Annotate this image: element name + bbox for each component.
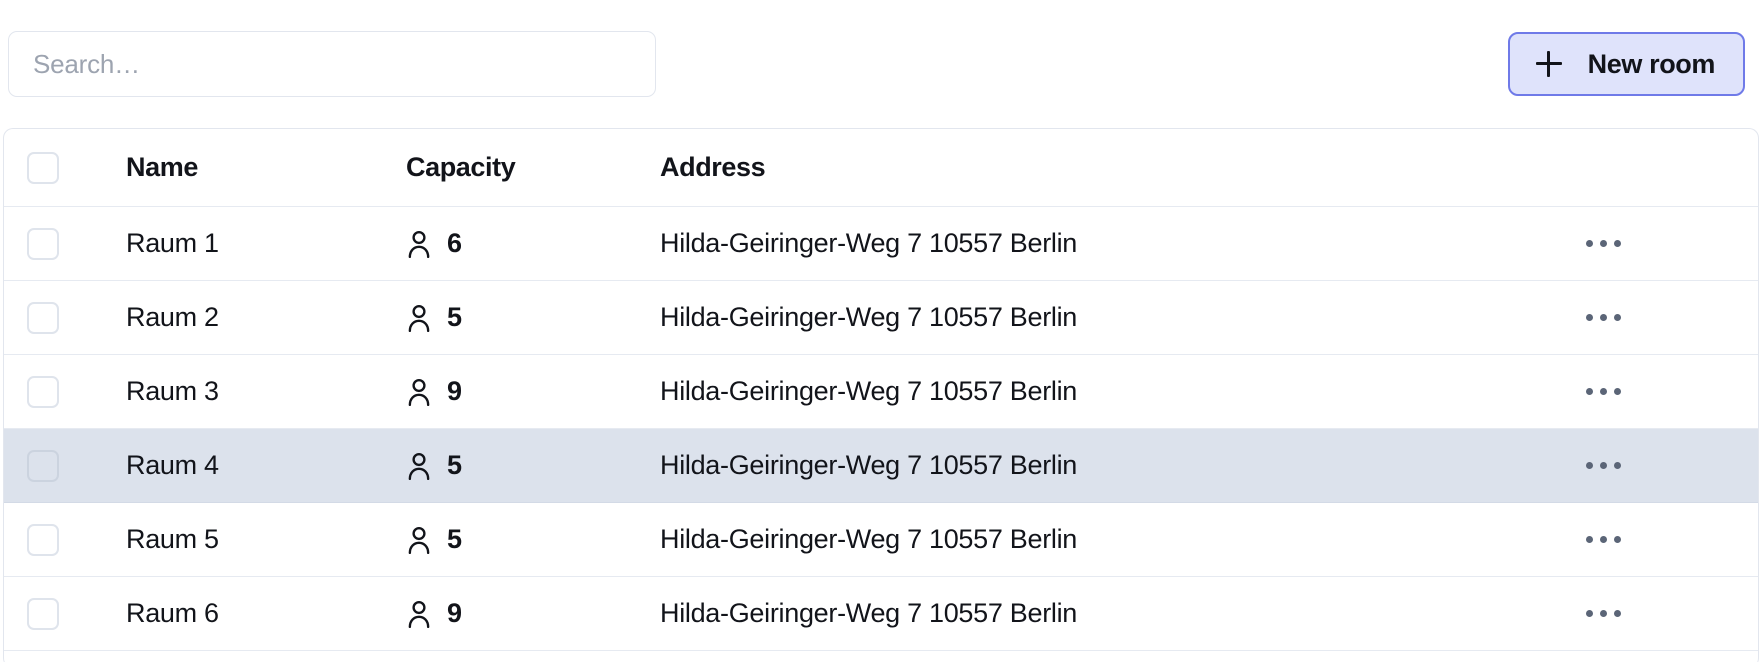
person-icon [406, 304, 432, 332]
table-header-row: Name Capacity Address [4, 129, 1758, 207]
person-icon [406, 378, 432, 406]
room-capacity-cell: 5 [406, 524, 660, 555]
table-row[interactable]: Raum 3 9 Hilda-Geiringer-Weg 7 10557 Berli… [4, 355, 1758, 429]
table-body: Raum 1 6 Hilda-Geiringer-Weg 7 10557 Berli… [4, 207, 1758, 651]
room-name: Raum 5 [126, 524, 219, 554]
room-address: Hilda-Geiringer-Weg 7 10557 Berlin [660, 598, 1078, 628]
row-actions-cell [1568, 306, 1758, 329]
new-room-button-label: New room [1587, 48, 1716, 79]
row-select-cell [4, 227, 126, 260]
room-name: Raum 1 [126, 228, 219, 258]
more-horizontal-icon[interactable] [1582, 306, 1625, 329]
more-horizontal-icon[interactable] [1582, 528, 1625, 551]
rooms-table: Name Capacity Address Raum 1 6 Hilda-Geiri… [3, 128, 1759, 662]
person-icon [406, 600, 432, 628]
room-address: Hilda-Geiringer-Weg 7 10557 Berlin [660, 302, 1078, 332]
room-capacity-value: 5 [447, 524, 463, 554]
row-select-cell [4, 301, 126, 334]
table-row[interactable]: Raum 6 9 Hilda-Geiringer-Weg 7 10557 Berli… [4, 577, 1758, 651]
row-actions-cell [1568, 232, 1758, 255]
room-capacity-cell: 5 [406, 302, 660, 333]
room-capacity-value: 6 [447, 228, 463, 258]
select-all-checkbox[interactable] [27, 151, 59, 184]
row-select-cell [4, 597, 126, 630]
row-checkbox[interactable] [27, 523, 59, 556]
room-capacity-value: 9 [447, 598, 463, 628]
room-capacity-cell: 9 [406, 598, 660, 629]
header-select-cell [4, 151, 126, 184]
room-capacity-cell: 6 [406, 228, 660, 259]
room-capacity-cell: 5 [406, 450, 660, 481]
search-box[interactable] [8, 31, 656, 97]
new-room-button[interactable]: New room [1507, 32, 1745, 96]
row-select-cell [4, 375, 126, 408]
row-select-cell [4, 523, 126, 556]
table-row[interactable]: Raum 4 5 Hilda-Geiringer-Weg 7 10557 Berli… [4, 429, 1758, 503]
table-row[interactable]: Raum 5 5 Hilda-Geiringer-Weg 7 10557 Berli… [4, 503, 1758, 577]
row-checkbox[interactable] [27, 597, 59, 630]
room-capacity-value: 5 [447, 450, 463, 480]
row-checkbox[interactable] [27, 449, 59, 482]
room-address: Hilda-Geiringer-Weg 7 10557 Berlin [660, 450, 1078, 480]
row-select-cell [4, 449, 126, 482]
person-icon [406, 230, 432, 258]
room-name: Raum 3 [126, 376, 219, 406]
room-address: Hilda-Geiringer-Weg 7 10557 Berlin [660, 376, 1078, 406]
room-capacity-value: 5 [447, 302, 463, 332]
room-capacity-value: 9 [447, 376, 463, 406]
toolbar: New room [0, 0, 1762, 128]
rooms-page: New room Name Capacity Address Raum 1 6 Hi… [0, 0, 1762, 662]
header-capacity[interactable]: Capacity [406, 152, 660, 183]
room-address: Hilda-Geiringer-Weg 7 10557 Berlin [660, 228, 1078, 258]
more-horizontal-icon[interactable] [1582, 454, 1625, 477]
person-icon [406, 452, 432, 480]
row-actions-cell [1568, 528, 1758, 551]
search-input[interactable] [33, 48, 631, 80]
table-row[interactable]: Raum 2 5 Hilda-Geiringer-Weg 7 10557 Berli… [4, 281, 1758, 355]
room-name: Raum 2 [126, 302, 219, 332]
more-horizontal-icon[interactable] [1582, 380, 1625, 403]
room-address: Hilda-Geiringer-Weg 7 10557 Berlin [660, 524, 1078, 554]
row-actions-cell [1568, 380, 1758, 403]
more-horizontal-icon[interactable] [1582, 232, 1625, 255]
plus-icon [1535, 51, 1562, 77]
person-icon [406, 526, 432, 554]
table-row[interactable]: Raum 1 6 Hilda-Geiringer-Weg 7 10557 Berli… [4, 207, 1758, 281]
header-name[interactable]: Name [126, 152, 406, 183]
row-checkbox[interactable] [27, 227, 59, 260]
header-address[interactable]: Address [660, 152, 1568, 183]
row-checkbox[interactable] [27, 301, 59, 334]
row-actions-cell [1568, 454, 1758, 477]
room-capacity-cell: 9 [406, 376, 660, 407]
row-checkbox[interactable] [27, 375, 59, 408]
room-name: Raum 6 [126, 598, 219, 628]
room-name: Raum 4 [126, 450, 219, 480]
more-horizontal-icon[interactable] [1582, 602, 1625, 625]
row-actions-cell [1568, 602, 1758, 625]
